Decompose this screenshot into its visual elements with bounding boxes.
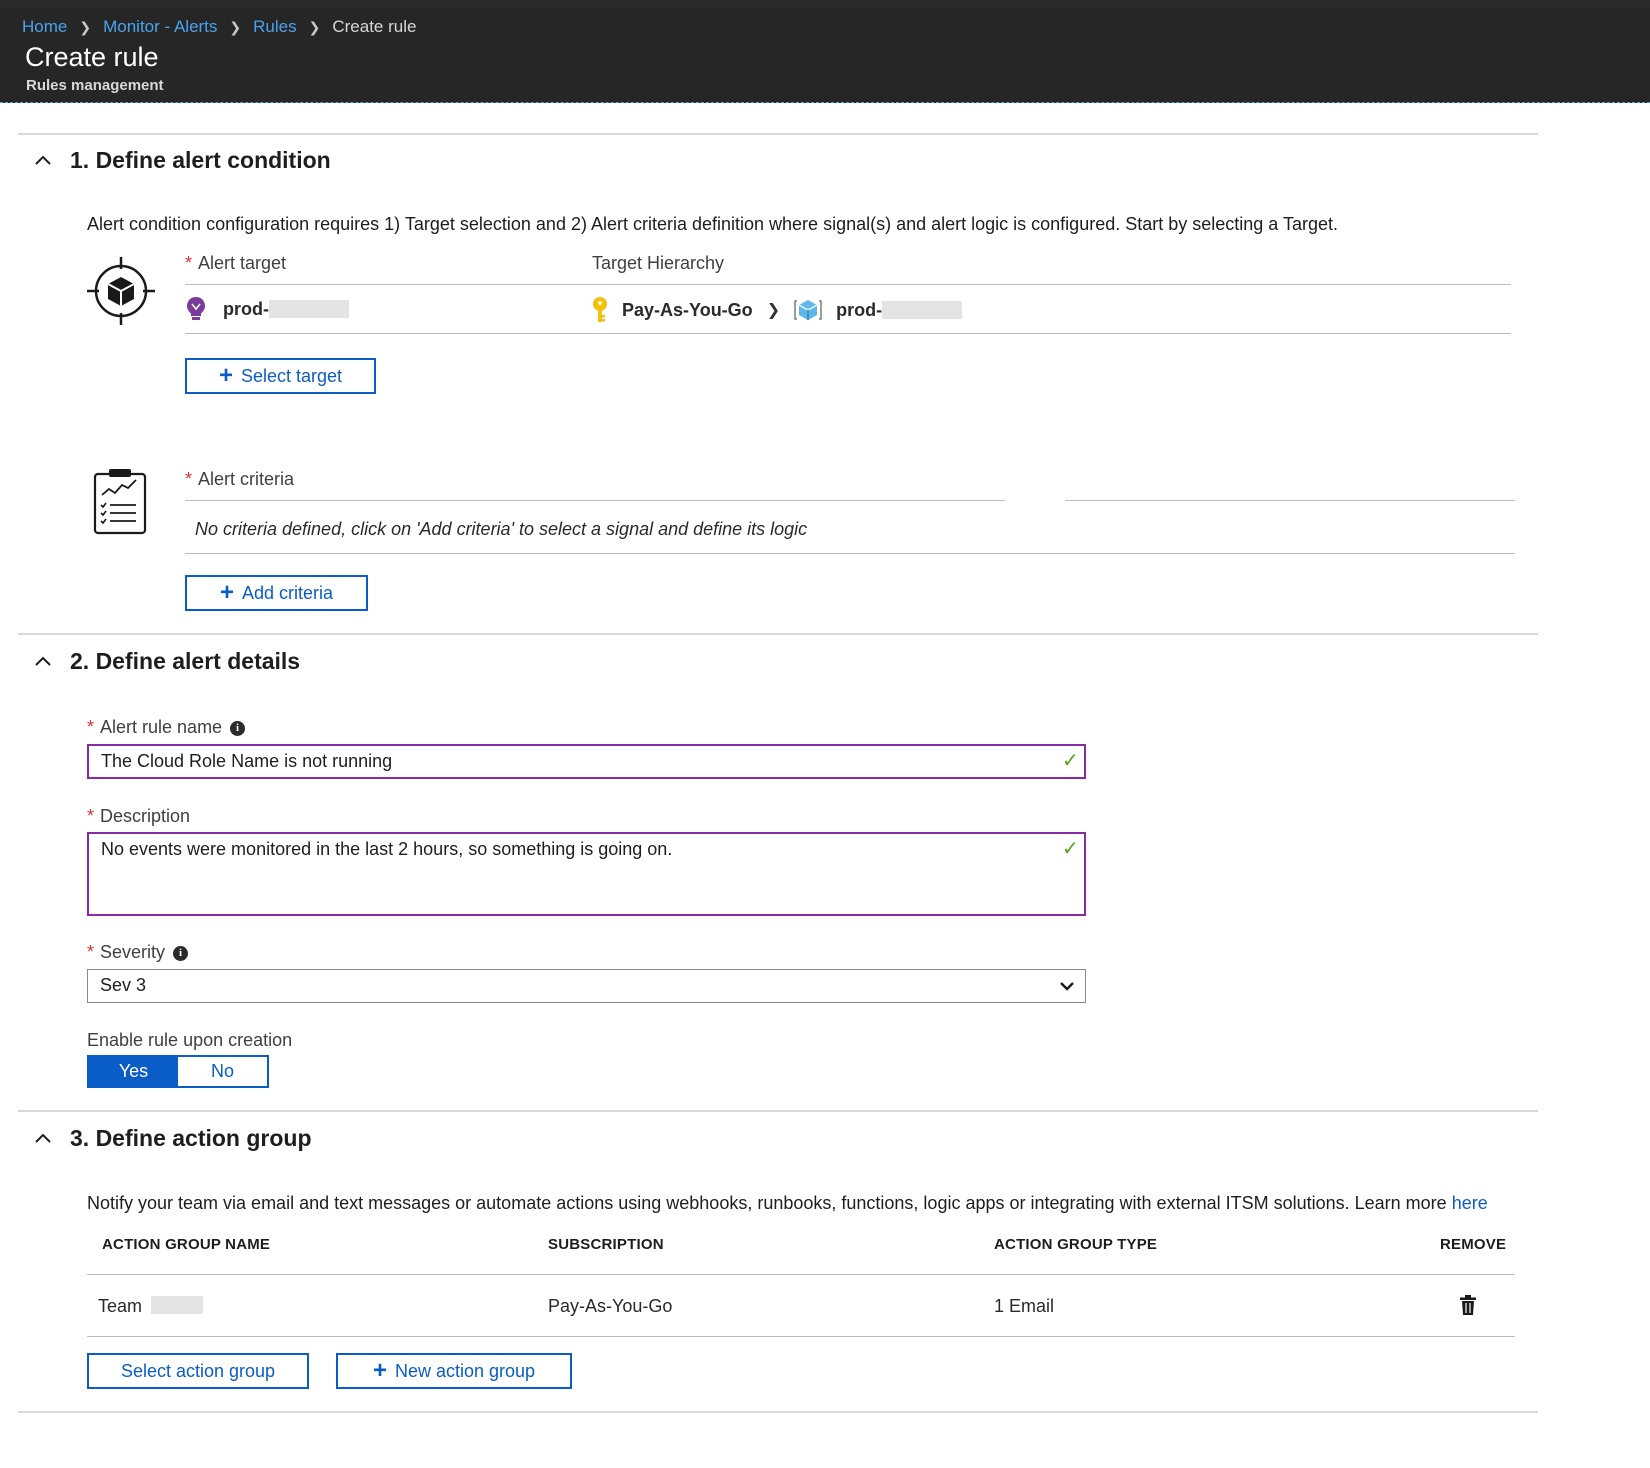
divider xyxy=(185,553,1515,554)
page-title: Create rule xyxy=(25,42,159,72)
divider xyxy=(87,1336,1515,1337)
section3-title: 3. Define action group xyxy=(70,1125,312,1151)
divider xyxy=(87,1274,1515,1275)
divider xyxy=(185,500,1005,501)
enable-no-option[interactable]: No xyxy=(178,1057,267,1086)
alert-rule-name-input[interactable]: The Cloud Role Name is not running xyxy=(87,744,1086,779)
section-divider xyxy=(18,1110,1538,1112)
alert-criteria-label: * Alert criteria xyxy=(185,469,295,489)
severity-label: * Severity i xyxy=(87,942,189,963)
target-cube-icon xyxy=(87,257,155,325)
severity-select[interactable]: Sev 3 xyxy=(87,969,1086,1003)
section3-description: Notify your team via email and text mess… xyxy=(87,1193,1488,1213)
criteria-empty-message: No criteria defined, click on 'Add crite… xyxy=(195,519,808,539)
plus-icon: + xyxy=(372,1357,387,1384)
redacted-block xyxy=(268,300,349,318)
add-criteria-button[interactable]: + Add criteria xyxy=(185,575,368,611)
section2-header[interactable]: 2. Define alert details xyxy=(32,648,300,675)
target-hierarchy-label: Target Hierarchy xyxy=(592,253,725,273)
divider xyxy=(185,284,1511,285)
action-group-subscription: Pay-As-You-Go xyxy=(548,1296,673,1316)
section3-header[interactable]: 3. Define action group xyxy=(32,1125,312,1152)
lightbulb-icon xyxy=(187,297,205,320)
page-subtitle: Rules management xyxy=(26,77,164,94)
breadcrumb: Home ❯ Monitor - Alerts ❯ Rules ❯ Create… xyxy=(22,12,416,42)
section-divider xyxy=(18,1411,1538,1413)
info-icon[interactable]: i xyxy=(173,945,189,961)
hierarchy-resource: prod- xyxy=(836,299,883,320)
table-row: Team Pay-As-You-Go 1 Email xyxy=(87,1276,1515,1336)
section2-title: 2. Define alert details xyxy=(70,648,301,674)
section1-description: Alert condition configuration requires 1… xyxy=(87,214,1338,234)
breadcrumb-current: Create rule xyxy=(332,17,417,36)
column-header-subscription[interactable]: SUBSCRIPTION xyxy=(548,1236,664,1253)
target-hierarchy: Pay-As-You-Go ❯ prod- xyxy=(590,296,963,324)
description-textarea[interactable]: No events were monitored in the last 2 h… xyxy=(87,832,1086,916)
chevron-up-icon[interactable] xyxy=(32,150,54,172)
trash-icon[interactable] xyxy=(1459,1294,1477,1316)
redacted-block xyxy=(151,1296,204,1314)
select-target-button[interactable]: + Select target xyxy=(185,358,376,394)
section1-header[interactable]: 1. Define alert condition xyxy=(32,147,331,174)
checkmark-icon: ✓ xyxy=(1062,838,1079,860)
column-header-action-group-name[interactable]: ACTION GROUP NAME xyxy=(102,1236,270,1253)
enable-rule-label: Enable rule upon creation xyxy=(87,1030,293,1050)
breadcrumb-home[interactable]: Home xyxy=(22,17,67,37)
select-action-group-button[interactable]: Select action group xyxy=(87,1353,309,1389)
column-header-action-group-type[interactable]: ACTION GROUP TYPE xyxy=(994,1236,1157,1253)
chevron-up-icon[interactable] xyxy=(32,651,54,673)
breadcrumb-chevron-icon: ❯ xyxy=(308,18,321,35)
new-action-group-button[interactable]: + New action group xyxy=(336,1353,572,1389)
page-header: Home ❯ Monitor - Alerts ❯ Rules ❯ Create… xyxy=(0,8,1650,103)
target-name: prod- xyxy=(223,298,269,319)
section1-title: 1. Define alert condition xyxy=(70,147,331,173)
enable-yes-option[interactable]: Yes xyxy=(89,1057,178,1086)
top-strip xyxy=(0,0,1650,8)
plus-icon: + xyxy=(218,362,233,389)
breadcrumb-rules[interactable]: Rules xyxy=(253,17,296,37)
cube-icon xyxy=(794,300,822,320)
chevron-down-icon xyxy=(1060,982,1074,991)
alert-rule-name-label: * Alert rule name i xyxy=(87,717,246,738)
target-resource: prod- xyxy=(185,296,349,322)
column-header-remove: REMOVE xyxy=(1440,1236,1507,1253)
alert-target-label: * Alert target xyxy=(185,253,287,273)
learn-more-link[interactable]: here xyxy=(1452,1193,1488,1213)
description-label: * Description xyxy=(87,806,191,826)
breadcrumb-chevron-icon: ❯ xyxy=(229,18,242,35)
chevron-right-icon: ❯ xyxy=(766,302,781,319)
redacted-block xyxy=(882,301,963,319)
chevron-up-icon[interactable] xyxy=(32,1128,54,1150)
breadcrumb-chevron-icon: ❯ xyxy=(79,18,92,35)
section-divider xyxy=(18,633,1538,635)
info-icon[interactable]: i xyxy=(230,720,246,736)
divider xyxy=(1065,500,1515,501)
hierarchy-subscription: Pay-As-You-Go xyxy=(622,299,753,320)
breadcrumb-monitor-alerts[interactable]: Monitor - Alerts xyxy=(103,17,217,37)
action-group-name: Team xyxy=(98,1296,204,1317)
clipboard-chart-icon xyxy=(93,469,147,535)
action-group-type: 1 Email xyxy=(994,1296,1055,1316)
section-divider xyxy=(18,133,1538,135)
key-icon xyxy=(593,297,607,322)
plus-icon: + xyxy=(219,579,234,606)
divider xyxy=(185,333,1511,334)
severity-value: Sev 3 xyxy=(100,975,147,995)
enable-rule-toggle[interactable]: Yes No xyxy=(87,1055,269,1088)
checkmark-icon: ✓ xyxy=(1062,750,1079,772)
